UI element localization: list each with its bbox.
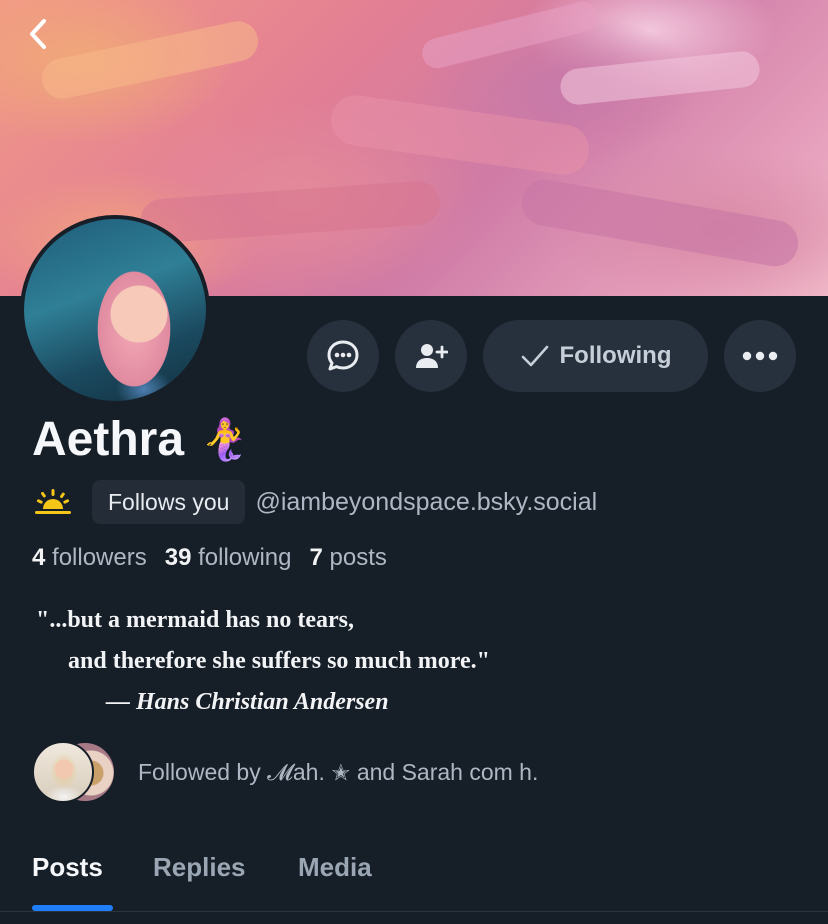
sunrise-icon (35, 489, 71, 514)
following-button[interactable]: Following (483, 320, 708, 392)
mutual-avatar-1 (32, 741, 94, 803)
display-name-row: Aethra 🧜‍♀️ (32, 412, 250, 467)
followers-stat[interactable]: 4 followers (32, 544, 147, 572)
followers-count: 4 (32, 544, 46, 571)
chevron-left-icon (30, 19, 46, 49)
bio-line-2: and therefore she suffers so much more." (68, 648, 490, 674)
followed-by-prefix: Followed by (138, 758, 261, 785)
profile-handle[interactable]: @iambeyondspace.bsky.social (255, 488, 597, 517)
followed-by-text: Followed by 𝓜ah. ✭ and Sarah com h. (138, 759, 538, 786)
more-options-button[interactable] (724, 320, 796, 392)
profile-tabs: Posts Replies Media (0, 840, 828, 912)
back-button[interactable] (18, 14, 58, 54)
message-button[interactable] (307, 320, 379, 392)
mutual-name-2: Sarah com h. (401, 758, 539, 785)
posts-count: 7 (309, 544, 323, 571)
display-name: Aethra (32, 413, 185, 466)
mermaid-emoji: 🧜‍♀️ (200, 418, 250, 462)
mutual-avatars (32, 741, 118, 803)
active-tab-indicator (32, 905, 113, 911)
profile-stats: 4 followers 39 following 7 posts (32, 544, 387, 572)
ellipsis-icon (742, 351, 778, 361)
tab-media[interactable]: Media (298, 852, 372, 883)
following-button-label: Following (559, 342, 672, 369)
profile-bio: "...but a mermaid has no tears, and ther… (36, 600, 490, 723)
mutual-name-1: 𝓜ah. ✭ (267, 758, 351, 785)
profile-meta-row: Follows you @iambeyondspace.bsky.social (32, 480, 597, 524)
bio-line-1: "...but a mermaid has no tears, (36, 607, 354, 633)
following-count: 39 (164, 544, 192, 571)
bio-line-3: — Hans Christian Andersen (106, 689, 389, 715)
profile-actions: Following (0, 320, 828, 392)
tab-posts[interactable]: Posts (32, 852, 103, 883)
following-label: following (198, 544, 292, 571)
tab-replies[interactable]: Replies (153, 852, 246, 883)
posts-label: posts (329, 544, 387, 571)
checkmark-icon (521, 345, 548, 367)
following-stat[interactable]: 39 following (165, 544, 292, 572)
chat-bubble-icon (327, 340, 359, 371)
follows-you-badge: Follows you (92, 480, 246, 524)
add-user-button[interactable] (395, 320, 467, 392)
followed-by-connector: and (356, 758, 396, 785)
posts-stat: 7 posts (310, 544, 387, 572)
followed-by-row[interactable]: Followed by 𝓜ah. ✭ and Sarah com h. (32, 740, 538, 804)
followers-label: followers (52, 544, 147, 571)
add-user-icon (416, 344, 448, 368)
